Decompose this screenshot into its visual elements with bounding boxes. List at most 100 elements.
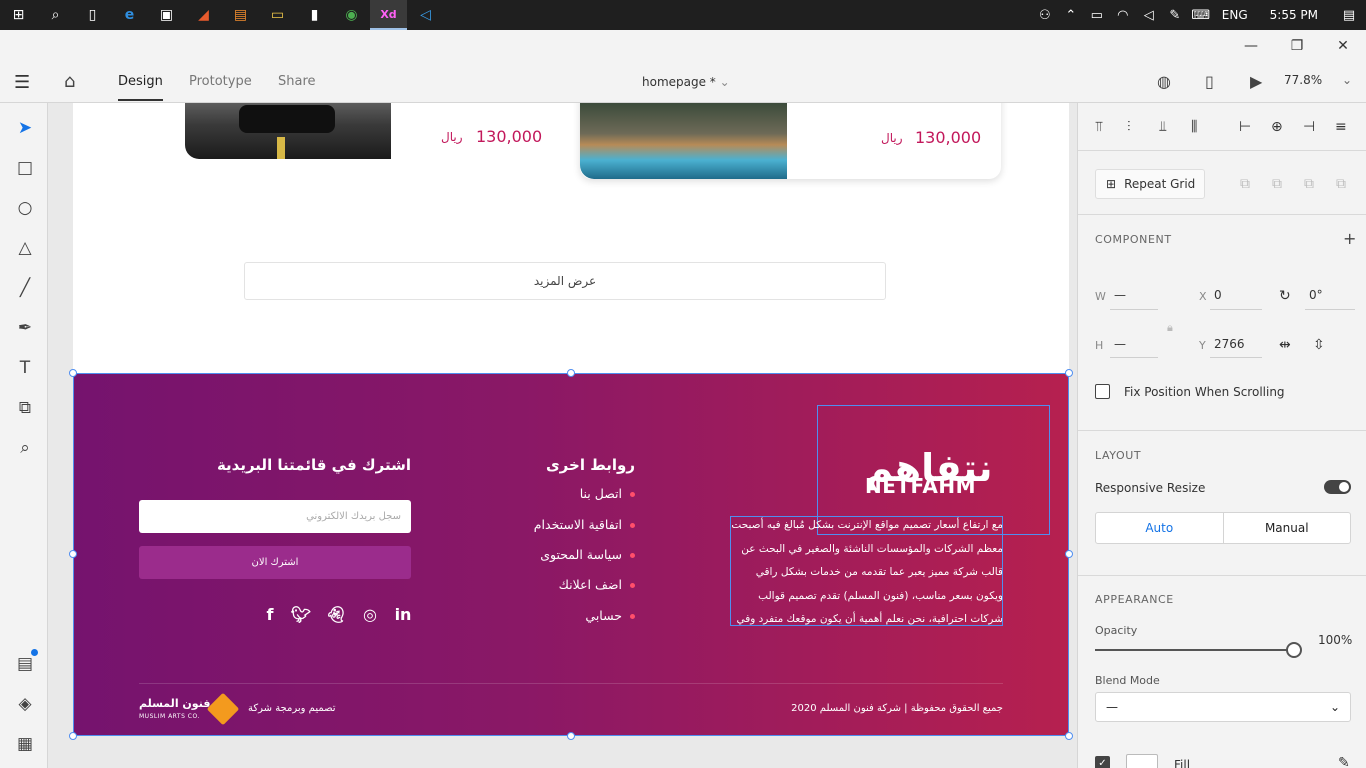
play-icon[interactable]: ▶ [1250, 72, 1262, 91]
clock[interactable]: 5:55 PM [1256, 8, 1332, 22]
close-icon[interactable]: ✕ [1320, 30, 1366, 62]
blend-mode-select[interactable]: — ⌄ [1095, 692, 1351, 722]
artboard-tool-icon[interactable]: ⧉ [14, 397, 36, 419]
distribute-vertical-icon[interactable]: ⫼ [1191, 119, 1197, 135]
resize-handle[interactable] [69, 732, 77, 740]
language-indicator[interactable]: ENG [1214, 8, 1256, 22]
ellipse-tool-icon[interactable]: ○ [14, 197, 36, 219]
footer-link-account[interactable]: حسابي [585, 608, 635, 623]
minimize-icon[interactable]: — [1228, 30, 1274, 62]
tab-prototype[interactable]: Prototype [189, 74, 252, 89]
tab-share[interactable]: Share [278, 74, 316, 89]
flip-vertical-icon[interactable]: ⇳ [1313, 337, 1325, 353]
select-tool-icon[interactable]: ➤ [14, 117, 36, 139]
vscode-icon[interactable]: ◁ [407, 0, 444, 30]
polygon-tool-icon[interactable]: △ [14, 237, 36, 259]
responsive-resize-toggle[interactable] [1324, 480, 1351, 494]
resize-handle[interactable] [69, 369, 77, 377]
twitter-icon[interactable]: 🐦︎ [290, 605, 312, 624]
resize-handle[interactable] [567, 369, 575, 377]
show-more-button[interactable]: عرض المزيد [244, 262, 886, 300]
resize-handle[interactable] [567, 732, 575, 740]
manual-option[interactable]: Manual [1224, 513, 1351, 543]
boolean-subtract-icon[interactable]: ⧉ [1272, 176, 1282, 192]
user-icon[interactable]: ◍ [1157, 72, 1171, 91]
repeat-grid-button[interactable]: ⊞ Repeat Grid [1095, 169, 1205, 199]
align-right-icon[interactable]: ⊣ [1303, 119, 1315, 135]
snapchat-icon[interactable]: 👻︎ [325, 605, 347, 624]
rotation-field[interactable]: 0° [1309, 288, 1323, 302]
add-component-icon[interactable]: + [1343, 229, 1356, 248]
file-explorer-icon[interactable]: ▭ [259, 0, 296, 30]
edge-icon[interactable]: e [111, 0, 148, 30]
linkedin-icon[interactable]: in [392, 605, 414, 624]
footer-link-contact[interactable]: اتصل بنا [580, 486, 635, 501]
zoom-tool-icon[interactable]: ⌕ [14, 437, 36, 459]
artboard-homepage[interactable]: 130,000 ريال 130,000 ريال عرض المزيد [73, 103, 1069, 373]
tab-design[interactable]: Design [118, 74, 163, 101]
width-field[interactable]: — [1114, 288, 1126, 302]
mobile-preview-icon[interactable]: ▯ [1205, 72, 1214, 91]
fix-position-checkbox[interactable] [1095, 384, 1110, 399]
resize-handle[interactable] [1065, 369, 1073, 377]
flip-horizontal-icon[interactable]: ⇹ [1279, 337, 1291, 353]
chevron-up-icon[interactable]: ⌃ [1058, 8, 1084, 23]
auto-option[interactable]: Auto [1096, 513, 1224, 543]
opacity-slider-track[interactable] [1095, 649, 1295, 651]
restore-icon[interactable]: ❐ [1274, 30, 1320, 62]
footer-group[interactable]: اشترك في قائمتنا البريدية اشترك الان f 🐦… [73, 373, 1069, 736]
html-editor-icon[interactable]: ▤ [222, 0, 259, 30]
pen-tool-icon[interactable]: ✒ [14, 317, 36, 339]
assets-icon[interactable]: ▤ [14, 649, 38, 675]
email-field[interactable] [139, 500, 411, 533]
subscribe-button[interactable]: اشترك الان [139, 546, 411, 579]
boolean-add-icon[interactable]: ⧉ [1240, 176, 1250, 192]
instagram-icon[interactable]: ◎ [359, 605, 381, 624]
wifi-icon[interactable]: ◠ [1110, 8, 1136, 23]
resize-handle[interactable] [1065, 550, 1073, 558]
resize-handle[interactable] [69, 550, 77, 558]
rectangle-tool-icon[interactable]: □ [14, 157, 36, 179]
eyedropper-icon[interactable]: ✎ [1338, 755, 1350, 768]
height-field[interactable]: — [1114, 337, 1126, 351]
about-text[interactable]: مع ارتفاع أسعار تصميم مواقع الإنترنت بشك… [730, 514, 1003, 632]
media-app-icon[interactable]: ◢ [185, 0, 222, 30]
align-left-icon[interactable]: ⊢ [1239, 119, 1251, 135]
align-top-icon[interactable]: ⫪ [1095, 119, 1103, 135]
align-middle-icon[interactable]: ⫶ [1127, 119, 1131, 135]
boolean-exclude-icon[interactable]: ⧉ [1336, 176, 1346, 192]
start-icon[interactable]: ⊞ [0, 0, 37, 30]
task-view-icon[interactable]: ▯ [74, 0, 111, 30]
keyboard-icon[interactable]: ⌨ [1188, 8, 1214, 23]
design-canvas[interactable]: 130,000 ريال 130,000 ريال عرض المزيد اشت… [49, 103, 1077, 768]
plugins-icon[interactable]: ▦ [14, 733, 36, 755]
home-icon[interactable]: ⌂ [64, 71, 75, 92]
x-field[interactable]: 0 [1214, 288, 1222, 302]
terminal-icon[interactable]: ▮ [296, 0, 333, 30]
footer-link-terms[interactable]: اتفاقية الاستخدام [534, 517, 635, 532]
people-icon[interactable]: ⚇ [1032, 8, 1058, 23]
battery-icon[interactable]: ▭ [1084, 8, 1110, 23]
text-tool-icon[interactable]: T [14, 357, 36, 379]
fill-swatch[interactable] [1126, 754, 1158, 768]
line-tool-icon[interactable]: ╱ [14, 277, 36, 299]
y-field[interactable]: 2766 [1214, 337, 1245, 351]
distribute-horizontal-icon[interactable]: ≡ [1335, 119, 1347, 135]
adobe-xd-icon[interactable]: Xd [370, 0, 407, 30]
rotate-icon[interactable]: ↻ [1279, 288, 1291, 304]
align-center-icon[interactable]: ⊕ [1271, 119, 1283, 135]
facebook-icon[interactable]: f [259, 605, 281, 624]
search-icon[interactable]: ⌕ [37, 0, 74, 30]
lock-aspect-icon[interactable]: 🔒︎ [1167, 321, 1173, 335]
fill-checkbox[interactable]: ✓ [1095, 756, 1110, 768]
resize-handle[interactable] [1065, 732, 1073, 740]
layers-icon[interactable]: ◈ [14, 693, 36, 715]
footer-link-content-policy[interactable]: سياسة المحتوى [540, 547, 635, 562]
footer-link-advertise[interactable]: اضف اعلانك [559, 577, 635, 592]
align-bottom-icon[interactable]: ⫫ [1159, 119, 1167, 135]
pen-icon[interactable]: ✎ [1162, 8, 1188, 23]
chrome-icon[interactable]: ◉ [333, 0, 370, 30]
opacity-value[interactable]: 100% [1318, 633, 1352, 647]
zoom-level[interactable]: 77.8% ⌄ [1284, 73, 1352, 87]
opacity-slider-thumb[interactable] [1286, 642, 1302, 658]
